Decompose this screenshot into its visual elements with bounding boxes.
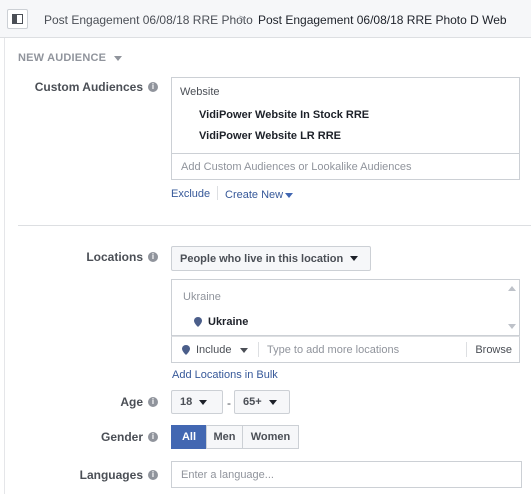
- age-label: Age i: [120, 395, 158, 409]
- info-icon[interactable]: i: [148, 432, 158, 442]
- age-min-value: 18: [180, 396, 193, 408]
- breadcrumb-current: Post Engagement 06/08/18 RRE Photo D Web: [258, 13, 507, 27]
- add-locations-bulk-link[interactable]: Add Locations in Bulk: [172, 369, 278, 381]
- chevron-right-icon: >: [239, 13, 246, 25]
- custom-audiences-group: Website: [180, 86, 220, 98]
- age-max-dropdown[interactable]: 65+: [234, 390, 290, 414]
- map-pin-icon: [194, 317, 202, 327]
- input-separator: [258, 342, 259, 357]
- gender-option-men[interactable]: Men: [206, 425, 243, 449]
- custom-audience-item[interactable]: VidiPower Website In Stock RRE: [199, 109, 369, 121]
- gender-label-text: Gender: [100, 430, 143, 444]
- gender-option-all[interactable]: All: [171, 425, 207, 449]
- top-bar: Post Engagement 06/08/18 RRE Photo > Pos…: [0, 0, 531, 38]
- map-pin-icon: [182, 345, 190, 355]
- custom-audiences-input[interactable]: Add Custom Audiences or Lookalike Audien…: [171, 153, 520, 180]
- age-label-text: Age: [120, 395, 143, 409]
- gender-option-women[interactable]: Women: [242, 425, 299, 449]
- gender-label: Gender i: [101, 430, 158, 444]
- languages-label: Languages i: [80, 468, 158, 482]
- scroll-down-icon[interactable]: [508, 324, 516, 329]
- locations-label: Locations i: [86, 250, 158, 264]
- section-divider: [18, 225, 531, 226]
- input-separator: [466, 342, 467, 357]
- create-new-label: Create New: [225, 189, 284, 201]
- browse-button[interactable]: Browse: [475, 344, 512, 356]
- panel-toggle-button[interactable]: [7, 9, 28, 29]
- breadcrumb-parent[interactable]: Post Engagement 06/08/18 RRE Photo: [44, 13, 253, 27]
- locations-scrollbar[interactable]: [505, 280, 519, 335]
- custom-audience-item[interactable]: VidiPower Website LR RRE: [199, 130, 341, 142]
- create-new-dropdown[interactable]: Create New: [225, 189, 294, 201]
- new-audience-dropdown[interactable]: NEW AUDIENCE: [18, 52, 123, 64]
- languages-input[interactable]: Enter a language...: [171, 461, 522, 488]
- location-type-label: People who live in this location: [180, 252, 344, 265]
- left-rule: [4, 38, 5, 494]
- sidebar-panel-icon: [12, 14, 23, 24]
- info-icon[interactable]: i: [148, 252, 158, 262]
- location-item-label: Ukraine: [208, 316, 249, 328]
- languages-label-text: Languages: [79, 468, 143, 482]
- custom-audiences-label: Custom Audiences i: [35, 80, 158, 94]
- caret-down-icon: [268, 399, 277, 405]
- caret-down-icon: [199, 399, 208, 405]
- info-icon[interactable]: i: [148, 470, 158, 480]
- info-icon[interactable]: i: [148, 82, 158, 92]
- caret-down-icon: [350, 256, 359, 261]
- include-dropdown[interactable]: Include: [182, 344, 249, 356]
- gender-selector: All Men Women: [171, 425, 299, 449]
- link-separator: [217, 186, 218, 200]
- custom-audiences-list: Website VidiPower Website In Stock RRE V…: [171, 77, 520, 153]
- new-audience-label: NEW AUDIENCE: [18, 52, 107, 64]
- locations-list: Ukraine Ukraine: [171, 279, 520, 336]
- info-icon[interactable]: i: [148, 397, 158, 407]
- custom-audiences-label-text: Custom Audiences: [34, 80, 143, 94]
- exclude-link[interactable]: Exclude: [171, 188, 210, 200]
- location-item[interactable]: Ukraine: [194, 316, 248, 328]
- age-max-value: 65+: [243, 396, 262, 408]
- location-type-dropdown[interactable]: People who live in this location: [171, 246, 371, 271]
- locations-group: Ukraine: [183, 291, 221, 303]
- caret-down-icon: [114, 55, 123, 61]
- include-label: Include: [196, 344, 232, 356]
- caret-down-icon: [240, 347, 249, 353]
- locations-label-text: Locations: [86, 250, 143, 264]
- caret-down-icon: [285, 192, 294, 198]
- scroll-up-icon[interactable]: [508, 286, 516, 291]
- age-min-dropdown[interactable]: 18: [171, 390, 223, 414]
- locations-input-row: Include Type to add more locations Brows…: [171, 336, 520, 363]
- age-range-dash: -: [227, 396, 231, 410]
- locations-search-input[interactable]: Type to add more locations: [267, 344, 399, 356]
